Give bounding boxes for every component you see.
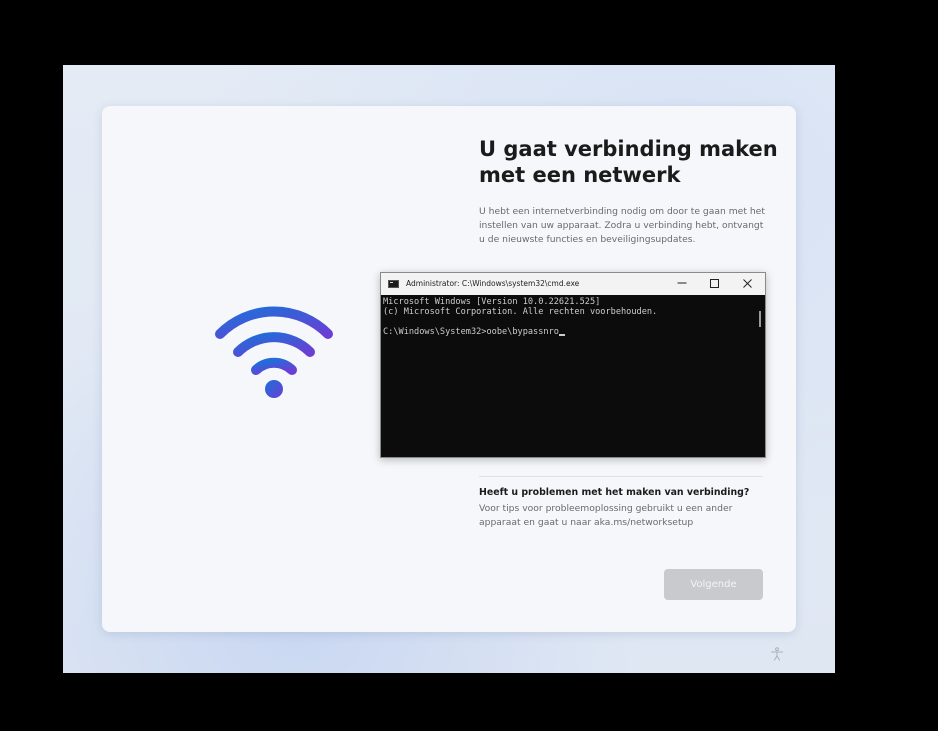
cmd-command: C:\Windows\System32>oobe\bypassnro: [383, 327, 559, 337]
cmd-prompt-line[interactable]: C:\Windows\System32>oobe\bypassnro: [383, 327, 765, 337]
cmd-line: [383, 317, 765, 327]
help-text: Voor tips voor probleemoplossing gebruik…: [479, 503, 733, 528]
oobe-screen: U gaat verbinding maken met een netwerk …: [63, 65, 835, 673]
close-button[interactable]: [731, 273, 763, 295]
maximize-icon: [709, 279, 719, 288]
cmd-line: (c) Microsoft Corporation. Alle rechten …: [383, 307, 658, 317]
divider: [479, 476, 763, 477]
help-heading: Heeft u problemen met het maken van verb…: [479, 487, 750, 498]
minimize-button[interactable]: [666, 273, 698, 295]
cmd-scrollbar[interactable]: [759, 311, 761, 327]
cmd-line: Microsoft Windows [Version 10.0.22621.52…: [383, 297, 601, 307]
minimize-icon: [677, 282, 687, 284]
oobe-card: U gaat verbinding maken met een netwerk …: [102, 106, 796, 632]
next-button[interactable]: Volgende: [664, 569, 763, 600]
wifi-icon: [215, 306, 333, 398]
cmd-window[interactable]: Administrator: C:\Windows\system32\cmd.e…: [380, 272, 766, 458]
page-title: U gaat verbinding maken met een netwerk: [479, 137, 778, 187]
cmd-titlebar[interactable]: Administrator: C:\Windows\system32\cmd.e…: [381, 273, 765, 295]
page-description: U hebt een internetverbinding nodig om d…: [479, 206, 765, 245]
maximize-button[interactable]: [698, 273, 730, 295]
cmd-app-icon: [388, 280, 399, 288]
cmd-window-title: Administrator: C:\Windows\system32\cmd.e…: [406, 279, 580, 288]
cmd-console[interactable]: Microsoft Windows [Version 10.0.22621.52…: [381, 295, 765, 457]
text-cursor: [558, 334, 565, 336]
close-icon: [742, 279, 752, 288]
accessibility-icon[interactable]: [770, 647, 784, 661]
